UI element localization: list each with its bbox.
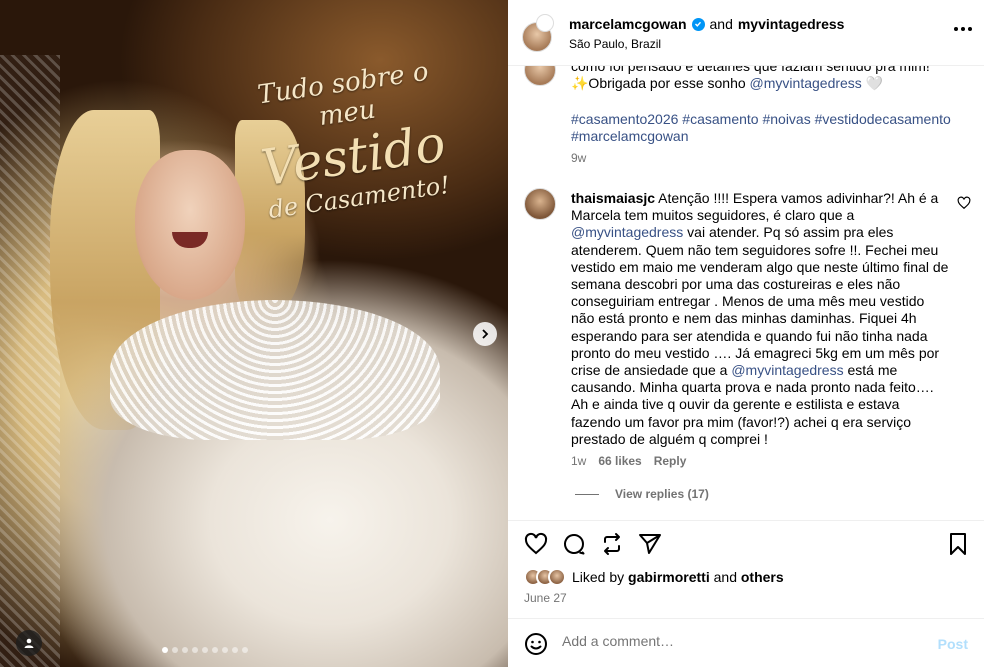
liked-by-text: Liked by gabirmoretti and others (572, 569, 784, 585)
post-details-panel: marcelamcgowan and myvintagedress São Pa… (508, 0, 984, 667)
header-and-text: and (709, 16, 733, 32)
liker-avatar (548, 568, 566, 586)
bride-face (135, 150, 245, 300)
caption-heart: 🤍 (861, 75, 884, 91)
more-options-icon[interactable] (954, 27, 972, 31)
share-icon[interactable] (638, 532, 662, 556)
header-authors: marcelamcgowan and myvintagedress (569, 16, 844, 32)
verified-badge-icon (691, 17, 705, 31)
emoji-icon[interactable] (524, 632, 548, 656)
comments-scroll-area[interactable]: como foi pensado e detalhes que faziam s… (508, 66, 984, 520)
comment-likes-count[interactable]: 66 likes (598, 454, 641, 468)
heart-icon[interactable] (524, 532, 548, 556)
caption-thanks-text: ✨Obrigada por esse sonho (571, 75, 750, 91)
liked-by-prefix: Liked by (572, 569, 625, 585)
post-header: marcelamcgowan and myvintagedress São Pa… (508, 0, 984, 66)
comment-mention-1[interactable]: @myvintagedress (571, 224, 683, 240)
liked-by-and: and (713, 569, 737, 585)
carousel-dots (162, 647, 248, 653)
post-date[interactable]: June 27 (524, 591, 567, 605)
caption-line1: como foi pensado e detalhes que faziam s… (571, 66, 930, 74)
collaborator-username[interactable]: myvintagedress (738, 16, 845, 32)
veil-lace (0, 55, 60, 667)
repost-icon[interactable] (600, 532, 624, 556)
chevron-right-icon (482, 329, 489, 339)
caption-timestamp[interactable]: 9w (571, 151, 586, 165)
carousel-dot (192, 647, 198, 653)
post-photo[interactable]: Tudo sobre o meu Vestido de Casamento! (0, 0, 508, 667)
collaborator-avatar[interactable] (536, 14, 554, 32)
post-actions-bar (508, 520, 984, 564)
comment-input[interactable] (562, 633, 922, 649)
carousel-dot (222, 647, 228, 653)
post-caption: como foi pensado e detalhes que faziam s… (571, 66, 961, 92)
view-replies-button[interactable]: View replies (17) (575, 487, 709, 501)
carousel-dot (172, 647, 178, 653)
carousel-dot (212, 647, 218, 653)
bookmark-icon[interactable] (946, 532, 970, 556)
post-comment-button[interactable]: Post (938, 636, 968, 652)
caption-line2: ✨Obrigada por esse sonho @myvintagedress… (571, 75, 961, 92)
carousel-dot (242, 647, 248, 653)
liked-by-row[interactable]: Liked by gabirmoretti and others (524, 568, 784, 586)
carousel-dot (162, 647, 168, 653)
author-username[interactable]: marcelamcgowan (569, 16, 687, 32)
caption-mention[interactable]: @myvintagedress (750, 75, 862, 91)
view-replies-label: View replies (17) (615, 487, 709, 501)
carousel-dot (182, 647, 188, 653)
comment-timestamp[interactable]: 1w (571, 454, 586, 468)
add-comment-bar: Post (508, 618, 984, 667)
location-link[interactable]: São Paulo, Brazil (569, 37, 661, 51)
commenter-avatar[interactable] (524, 188, 556, 220)
photo-overlay-title: Tudo sobre o meu Vestido de Casamento! (227, 53, 475, 228)
dress-lace (110, 300, 440, 440)
liked-by-user[interactable]: gabirmoretti (628, 569, 710, 585)
commenter-username[interactable]: thaismaiasjc (571, 190, 655, 206)
comment-reply-button[interactable]: Reply (654, 454, 687, 468)
comment-meta: 1w 66 likes Reply (571, 454, 686, 468)
user-tag-icon (24, 638, 34, 648)
comment-text-2: vai atender. Pq só assim pra eles atende… (571, 224, 949, 379)
carousel-next-button[interactable] (473, 322, 497, 346)
caption-hashtags[interactable]: #casamento2026 #casamento #noivas #vesti… (571, 111, 961, 145)
caption-author-avatar[interactable] (524, 66, 556, 86)
liked-by-others[interactable]: others (741, 569, 784, 585)
user-tags-button[interactable] (16, 630, 42, 656)
comment-body: thaismaiasjc Atenção !!!! Espera vamos a… (571, 190, 951, 448)
comment-icon[interactable] (562, 532, 586, 556)
carousel-dot (202, 647, 208, 653)
comment-like-heart-icon[interactable] (957, 196, 971, 210)
carousel-dot (232, 647, 238, 653)
comment-mention-2[interactable]: @myvintagedress (731, 362, 843, 378)
replies-divider (575, 493, 599, 495)
